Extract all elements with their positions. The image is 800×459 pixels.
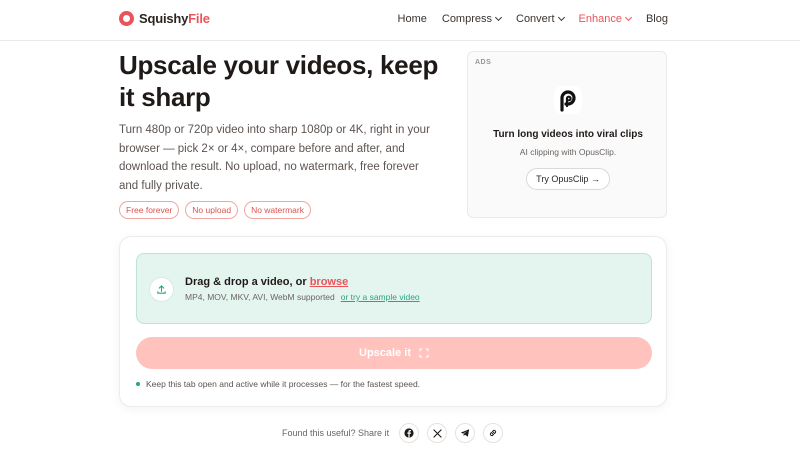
nav-compress[interactable]: Compress	[442, 13, 503, 25]
x-icon	[432, 428, 442, 438]
upscale-button[interactable]: Upscale it	[136, 337, 652, 369]
sample-video-link[interactable]: or try a sample video	[341, 292, 420, 302]
logo-icon	[119, 11, 134, 26]
brand-name: SquishyFile	[139, 11, 210, 26]
share-label: Found this useful? Share it	[282, 428, 390, 438]
telegram-icon	[460, 429, 470, 437]
share-bar: Found this useful? Share it	[282, 423, 504, 443]
ad-label: ADS	[475, 59, 492, 66]
processing-tip: Keep this tab open and active while it p…	[136, 379, 420, 389]
upscale-card: Drag & drop a video, or browse MP4, MOV,…	[119, 236, 667, 407]
dropzone-subtitle: MP4, MOV, MKV, AVI, WebM supported or try…	[185, 292, 420, 302]
ad-title: Turn long videos into viral clips	[493, 129, 643, 140]
ad-subtitle: AI clipping with OpusClip.	[519, 147, 617, 157]
nav-home[interactable]: Home	[398, 13, 427, 25]
nav-enhance[interactable]: Enhance	[579, 13, 633, 25]
browse-link[interactable]: browse	[310, 276, 349, 288]
hero-description: Turn 480p or 720p video into sharp 1080p…	[119, 124, 430, 192]
x-share-button[interactable]	[427, 423, 448, 443]
chevron-down-icon	[624, 13, 633, 22]
upload-icon	[149, 277, 174, 302]
badge-no-watermark: No watermark	[244, 201, 311, 219]
nav-blog[interactable]: Blog	[646, 13, 668, 25]
nav-convert[interactable]: Convert	[516, 13, 565, 25]
brand-logo[interactable]: SquishyFile	[119, 11, 210, 26]
facebook-icon	[404, 428, 414, 438]
feature-badges: Free forever No upload No watermark	[119, 201, 311, 219]
telegram-share-button[interactable]	[455, 423, 476, 443]
page-title: Upscale your videos, keep it sharp	[119, 50, 439, 112]
opusclip-logo-icon	[554, 86, 582, 114]
upload-icon-glyph	[157, 285, 166, 294]
site-header: SquishyFile Home Compress Convert Enhanc…	[0, 0, 800, 41]
expand-icon	[419, 348, 429, 358]
supported-formats: MP4, MOV, MKV, AVI, WebM supported	[185, 292, 335, 302]
chevron-down-icon	[494, 13, 503, 22]
ad-panel: ADS Turn long videos into viral clips AI…	[467, 51, 667, 218]
facebook-share-button[interactable]	[399, 423, 420, 443]
badge-no-upload: No upload	[185, 201, 239, 219]
chevron-down-icon	[557, 13, 565, 22]
copy-link-button[interactable]	[483, 423, 504, 443]
upscale-button-label: Upscale it	[359, 347, 411, 359]
dropzone-title: Drag & drop a video, or browse	[185, 276, 349, 288]
tip-dot-icon	[136, 382, 140, 386]
dropzone[interactable]: Drag & drop a video, or browse MP4, MOV,…	[136, 253, 652, 324]
ad-cta-button[interactable]: Try OpusClip →	[526, 168, 610, 190]
badge-free-forever: Free forever	[119, 201, 180, 219]
main-nav: Home Compress Convert Enhance Blog	[398, 13, 668, 25]
link-icon	[489, 429, 497, 437]
